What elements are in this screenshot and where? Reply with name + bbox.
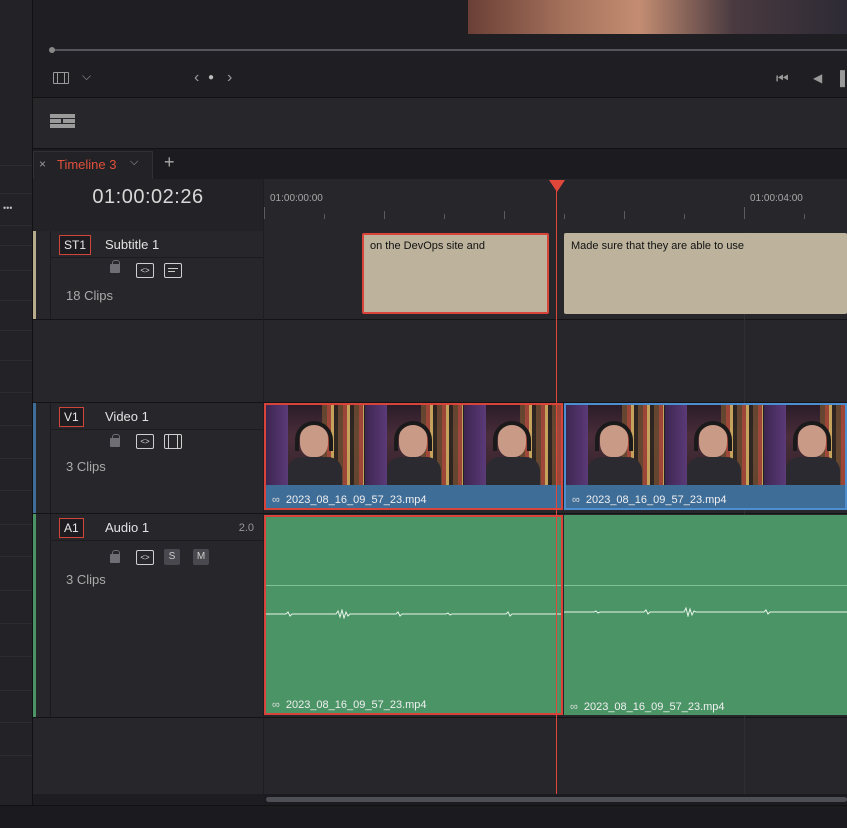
track-color-bar [33, 403, 36, 513]
video-clip[interactable]: ∞ 2023_08_16_09_57_23.mp4 [264, 403, 563, 510]
caption-icon[interactable] [164, 263, 182, 278]
video-thumbnail [665, 405, 764, 485]
auto-select-icon[interactable]: <> [136, 263, 154, 278]
scrub-handle[interactable] [49, 47, 55, 53]
track-color-bar [33, 231, 36, 319]
next-clip-icon[interactable]: › [227, 70, 232, 86]
go-to-start-icon[interactable]: ⏮ [776, 71, 789, 85]
clip-filename: 2023_08_16_09_57_23.mp4 [285, 699, 427, 711]
timecode-display[interactable]: 01:00:02:26 [33, 186, 263, 209]
clip-label: ∞ 2023_08_16_09_57_23.mp4 [272, 699, 427, 711]
volume-line[interactable] [564, 585, 847, 586]
clip-label: ∞ 2023_08_16_09_57_23.mp4 [572, 494, 727, 506]
film-icon-strip [64, 73, 65, 83]
audio-level[interactable]: 2.0 [239, 522, 254, 534]
lock-shackle [112, 434, 120, 440]
audio-waveform [564, 607, 847, 617]
track-header-video[interactable]: V1 Video 1 <> 3 Clips [33, 403, 263, 514]
chevron-down-icon[interactable]: ⌵ [130, 156, 138, 169]
ruler-label: 01:00:00:00 [270, 193, 323, 204]
ruler-label: 01:00:04:00 [750, 193, 803, 204]
audio-clip[interactable]: ∞ 2023_08_16_09_57_23.mp4 [564, 515, 847, 715]
video-thumbnail [266, 405, 365, 485]
audio-clip[interactable]: ∞ 2023_08_16_09_57_23.mp4 [264, 515, 563, 715]
video-thumbnail [464, 405, 561, 485]
more-options-icon[interactable]: ••• [3, 204, 12, 213]
track-header-empty-bottom [33, 718, 263, 794]
track-id[interactable]: ST1 [59, 235, 92, 255]
track-color-bar [33, 514, 36, 717]
video-thumbnails [566, 405, 845, 485]
link-icon: ∞ [272, 699, 280, 711]
film-icon[interactable] [164, 434, 182, 449]
link-icon: ∞ [272, 494, 280, 506]
current-clip-dot-icon[interactable]: ● [208, 73, 214, 83]
subtitle-clip[interactable]: Made sure that they are able to use [564, 233, 847, 314]
viewer-mode-button[interactable] [53, 72, 69, 84]
chevron-down-icon[interactable]: ⌵ [82, 70, 91, 82]
track-name[interactable]: Subtitle 1 [105, 237, 159, 252]
clip-label: ∞ 2023_08_16_09_57_23.mp4 [272, 494, 427, 506]
lock-shackle [112, 550, 120, 556]
video-clip[interactable]: ∞ 2023_08_16_09_57_23.mp4 [564, 403, 847, 510]
left-panel-strip [0, 0, 33, 805]
film-icon [57, 73, 58, 83]
close-icon[interactable]: × [39, 157, 46, 171]
playhead-line[interactable] [556, 180, 557, 795]
track-id[interactable]: V1 [59, 407, 84, 427]
link-icon: ∞ [570, 701, 578, 713]
subtitle-clip[interactable]: on the DevOps site and [362, 233, 549, 314]
video-thumbnails [266, 405, 561, 485]
clip-filename: 2023_08_16_09_57_23.mp4 [585, 494, 727, 506]
auto-select-icon[interactable]: <> [136, 550, 154, 565]
track-name[interactable]: Audio 1 [105, 520, 149, 535]
clip-label: ∞ 2023_08_16_09_57_23.mp4 [570, 701, 725, 713]
track-id[interactable]: A1 [59, 518, 84, 538]
timeline-tab-bar [33, 149, 847, 179]
viewer-frame-image [468, 0, 847, 34]
track-clip-count: 3 Clips [66, 459, 106, 474]
audio-waveform [266, 609, 561, 619]
volume-line[interactable] [266, 585, 561, 586]
scrub-track[interactable] [52, 49, 847, 51]
transport-bar [33, 60, 847, 98]
timeline-toolbar [33, 98, 847, 149]
link-icon: ∞ [572, 494, 580, 506]
status-bar [0, 805, 847, 828]
track-clip-count: 18 Clips [66, 288, 113, 303]
playhead-handle[interactable] [549, 180, 565, 192]
stop-icon[interactable]: ▌ [840, 71, 847, 85]
track-header-subtitle[interactable]: ST1 Subtitle 1 <> 18 Clips [33, 231, 263, 320]
video-thumbnail [566, 405, 665, 485]
track-clip-count: 3 Clips [66, 572, 106, 587]
auto-select-icon[interactable]: <> [136, 434, 154, 449]
track-header-empty [33, 320, 263, 403]
video-thumbnail [365, 405, 464, 485]
track-name[interactable]: Video 1 [105, 409, 149, 424]
horizontal-scrollbar[interactable] [266, 797, 847, 802]
mute-button[interactable]: M [193, 549, 209, 565]
clip-filename: 2023_08_16_09_57_23.mp4 [285, 494, 427, 506]
track-header-audio[interactable]: A1 Audio 1 2.0 <> S M 3 Clips [33, 514, 263, 718]
add-timeline-icon[interactable]: + [164, 152, 175, 173]
timeline-view-options-icon[interactable] [50, 114, 75, 129]
tab-label[interactable]: Timeline 3 [57, 157, 116, 172]
play-reverse-icon[interactable]: ◀ [813, 72, 822, 84]
lock-shackle [112, 260, 120, 266]
clip-filename: 2023_08_16_09_57_23.mp4 [583, 701, 725, 713]
video-thumbnail [764, 405, 845, 485]
solo-button[interactable]: S [164, 549, 180, 565]
previous-clip-icon[interactable]: ‹ [194, 70, 199, 86]
